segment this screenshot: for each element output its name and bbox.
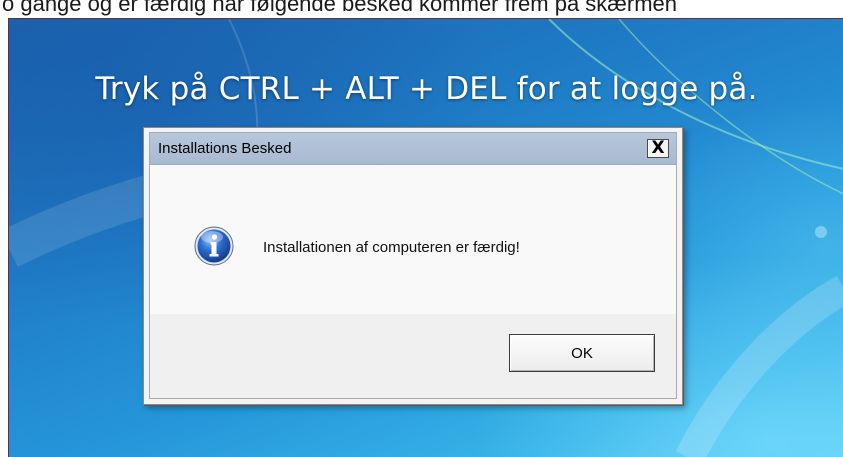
info-icon [194, 226, 234, 266]
dialog-message: Installationen af computeren er færdig! [263, 239, 520, 256]
ok-button[interactable]: OK [509, 334, 655, 372]
dialog-body: Installations Besked X Installationen af… [149, 132, 677, 399]
logon-prompt: Tryk på CTRL + ALT + DEL for at logge på… [95, 71, 758, 107]
installation-dialog: Installations Besked X Installationen af… [143, 127, 683, 405]
close-icon: X [651, 138, 665, 158]
dialog-title: Installations Besked [158, 140, 292, 157]
ok-button-label: OK [571, 344, 593, 362]
message-area: Installationen af computeren er færdig! [150, 165, 676, 314]
close-button[interactable]: X [647, 139, 669, 158]
top-caption-text: o gange og er færdig når følgende besked… [2, 0, 677, 16]
dialog-titlebar[interactable]: Installations Besked X [150, 133, 676, 165]
screenshot: o gange og er færdig når følgende besked… [0, 0, 843, 457]
logon-screen: Tryk på CTRL + ALT + DEL for at logge på… [8, 18, 843, 457]
